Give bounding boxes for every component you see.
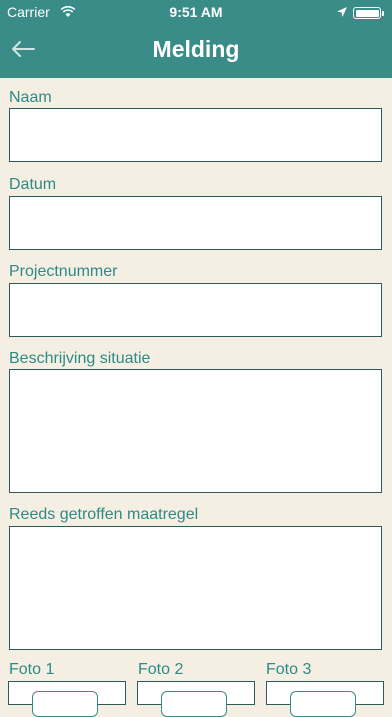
foto-3-label: Foto 3 [266,661,312,678]
page-title: Melding [152,36,240,62]
beschrijving-situatie-label: Beschrijving situatie [9,350,151,367]
foto-1-button[interactable] [32,691,98,717]
datum-label: Datum [9,176,57,193]
foto-3-button[interactable] [290,691,356,717]
projectnummer-field[interactable] [9,283,382,337]
status-time: 9:51 AM [169,4,223,20]
maatregel-label: Reeds getroffen maatregel [9,506,199,523]
datum-field[interactable] [9,196,382,250]
naam-field[interactable] [9,108,382,162]
battery-icon [353,7,384,19]
foto-1-label: Foto 1 [9,661,55,678]
beschrijving-situatie-field[interactable] [9,369,382,493]
foto-2-slot[interactable] [137,681,255,717]
status-bar: Carrier 9:51 AM [0,0,392,24]
naam-label: Naam [9,89,52,106]
location-arrow-icon [336,5,348,21]
maatregel-field[interactable] [9,526,382,650]
projectnummer-label: Projectnummer [9,263,118,280]
navigation-bar: Carrier 9:51 AM Melding [0,0,392,78]
foto-2-label: Foto 2 [138,661,184,678]
foto-2-button[interactable] [161,691,227,717]
foto-3-slot[interactable] [266,681,384,717]
foto-1-slot[interactable] [8,681,126,717]
